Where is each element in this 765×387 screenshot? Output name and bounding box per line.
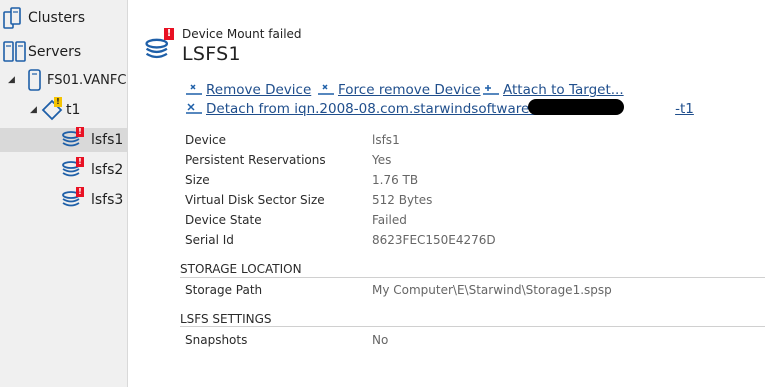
prop-key-device: Device [185,133,227,147]
error-badge-icon: ! [76,127,84,137]
tree-node-server[interactable]: ◢ FS01.VANFC [8,68,126,92]
prop-value-snapshots: No [372,333,389,347]
clusters-icon [3,7,21,29]
force-remove-device-label: Force remove Device [338,82,481,98]
expand-arrow-icon[interactable]: ◢ [30,105,40,115]
force-remove-icon [318,84,334,95]
remove-device-link[interactable]: Remove Device [185,82,311,98]
tree-node-device-lsfs2[interactable]: ! lsfs2 [0,157,127,182]
tree-node-target[interactable]: ◢ ! t1 [30,97,81,122]
target-icon: ! [40,97,64,122]
section-divider [180,326,765,327]
remove-device-icon [186,84,202,95]
detach-target-icon [186,103,202,114]
device-stack-icon: ! [61,157,85,181]
device-stack-icon: ! [61,127,85,151]
tree-label-device: lsfs2 [91,162,124,178]
device-detail-pane: ! Device Mount failed LSFS1 Remove Devic… [128,0,765,387]
warning-badge-icon: ! [54,97,62,107]
prop-key-sector-size: Virtual Disk Sector Size [185,193,325,207]
prop-key-snapshots: Snapshots [185,333,248,347]
prop-value-serial-id: 8623FEC150E4276D [372,233,496,247]
section-heading-storage-location: STORAGE LOCATION [180,262,302,276]
expand-arrow-icon[interactable]: ◢ [8,75,18,85]
error-badge-icon: ! [76,157,84,167]
tree-label-device: lsfs3 [91,192,124,208]
prop-value-device: lsfs1 [372,133,400,147]
device-tree-pane: Clusters Servers ◢ FS01.VANFC ◢ ! t1 ! l… [0,0,128,387]
prop-value-sector-size: 512 Bytes [372,193,433,207]
servers-icon [3,41,26,62]
prop-key-device-state: Device State [185,213,262,227]
page-title: LSFS1 [182,43,241,65]
prop-value-size: 1.76 TB [372,173,419,187]
redaction-mark [528,99,624,115]
prop-key-serial-id: Serial Id [185,233,234,247]
error-badge-icon: ! [164,28,174,40]
tree-node-device-lsfs3[interactable]: ! lsfs3 [0,187,127,212]
force-remove-device-link[interactable]: Force remove Device [317,82,481,98]
prop-key-persistent-reservations: Persistent Reservations [185,153,326,167]
tree-label-device: lsfs1 [91,132,124,148]
tree-label-servers: Servers [28,44,82,60]
device-stack-icon: ! [61,187,85,211]
device-header-icon: ! [144,28,174,64]
tree-node-device-lsfs1[interactable]: ! lsfs1 [0,127,127,152]
server-icon [28,69,41,91]
prop-key-size: Size [185,173,210,187]
remove-device-label: Remove Device [206,82,312,98]
detach-target-label: Detach from iqn.2008-08.com.starwindsoft… [206,101,568,117]
tree-node-servers[interactable]: Servers [2,40,81,64]
device-status-message: Device Mount failed [182,27,302,41]
attach-target-icon [483,85,499,95]
tree-label-clusters: Clusters [28,10,85,26]
attach-to-target-link[interactable]: Attach to Target... [482,82,624,98]
error-badge-icon: ! [76,187,84,197]
attach-to-target-label: Attach to Target... [503,82,624,98]
prop-value-persistent-reservations: Yes [372,153,392,167]
tree-node-clusters[interactable]: Clusters [2,6,85,30]
section-divider [180,277,765,278]
prop-value-device-state: Failed [372,213,407,227]
prop-key-storage-path: Storage Path [185,283,263,297]
prop-value-storage-path: My Computer\E\Starwind\Storage1.spsp [372,283,612,297]
tree-label-server: FS01.VANFC [47,72,127,88]
tree-label-target: t1 [66,102,81,118]
section-heading-lsfs-settings: LSFS SETTINGS [180,312,272,326]
detach-target-suffix: -t1 [675,101,694,117]
